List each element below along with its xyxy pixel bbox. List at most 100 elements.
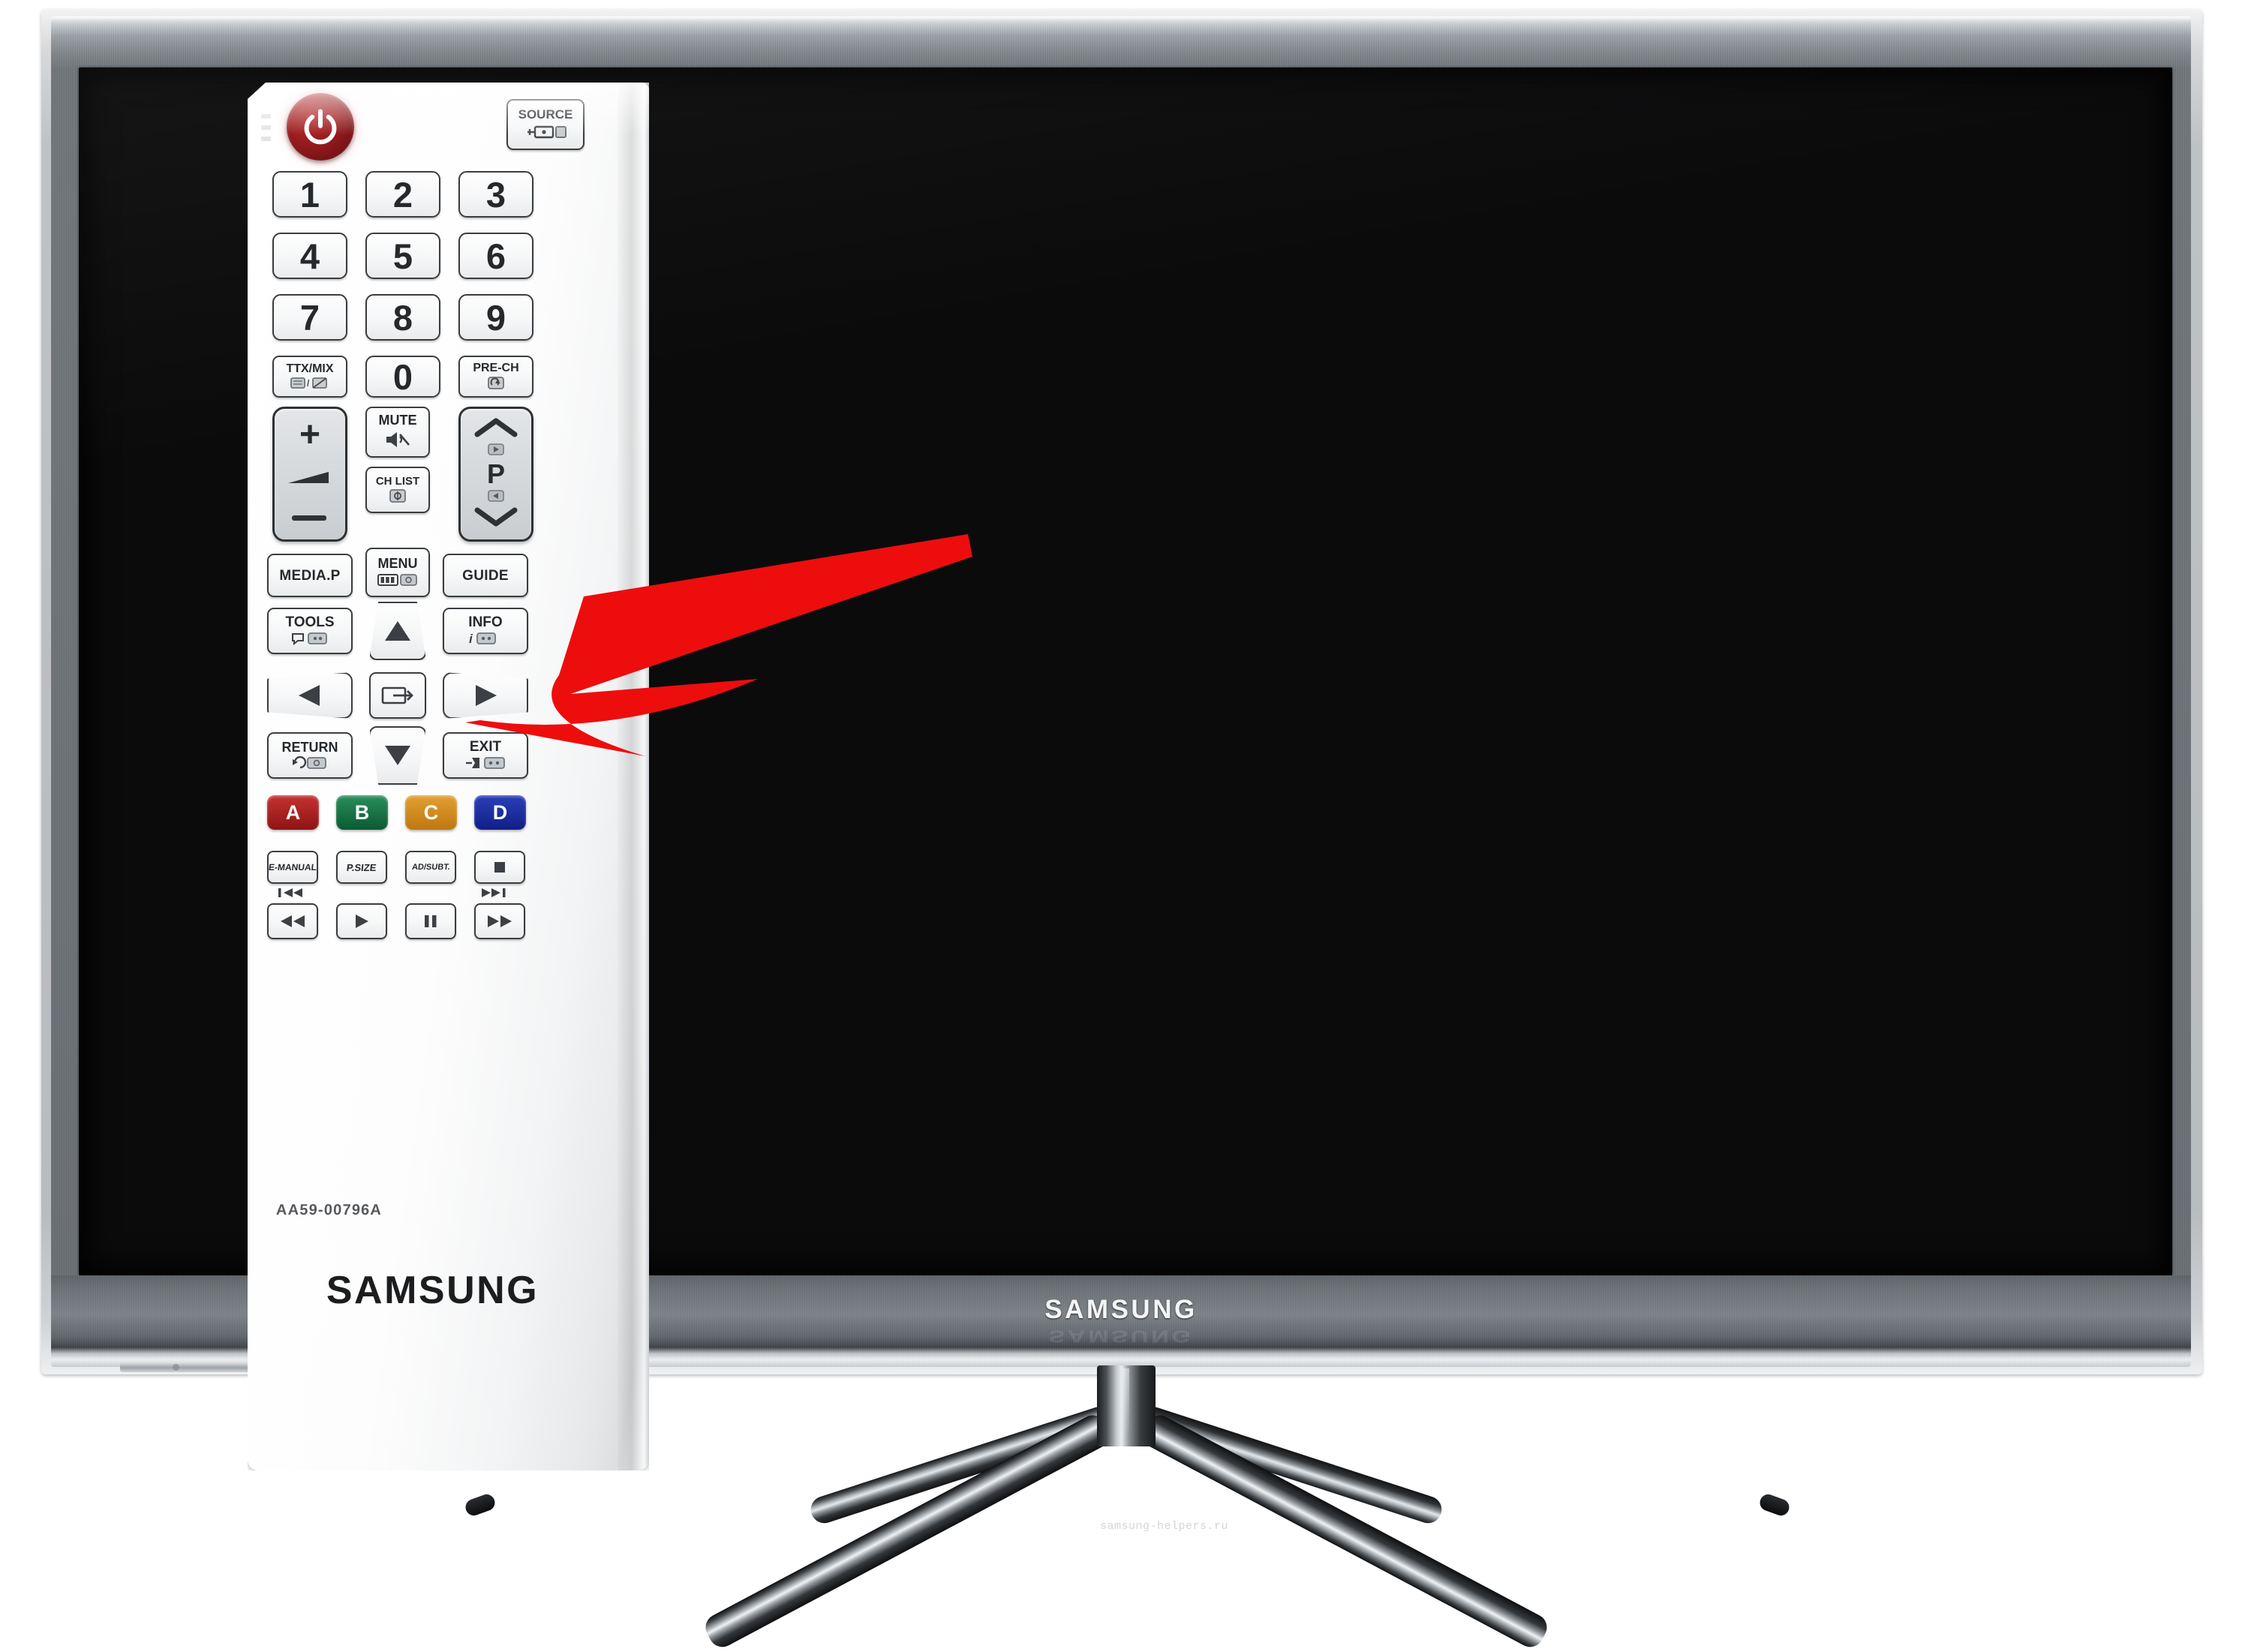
guide-label: GUIDE [462,567,509,584]
exit-icon [465,756,506,771]
e-manual-label: E-MANUAL [268,862,317,873]
arrow-right-icon [476,685,497,706]
return-label: RETURN [281,739,338,755]
media-p-button[interactable]: MEDIA.P [267,554,353,597]
power-button[interactable] [287,93,354,161]
rewind-button[interactable] [267,903,318,939]
number-key-5[interactable]: 5 [365,233,440,279]
guide-button[interactable]: GUIDE [443,554,528,597]
return-button[interactable]: RETURN [267,732,353,779]
stop-icon [494,862,505,873]
fast-forward-button[interactable] [474,903,525,939]
tv-remote-control: SOURCE 1 2 3 4 5 6 7 8 9 TTX/MIX / 0 PRE… [248,83,649,1470]
ad-subt-button[interactable]: AD/SUBT. [405,851,456,884]
color-button-d[interactable]: D [474,795,526,830]
ad-subt-label: AD/SUBT. [411,862,451,872]
ttx-mix-button[interactable]: TTX/MIX / [272,356,347,398]
number-key-3[interactable]: 3 [458,171,533,218]
dpad-left-button[interactable] [267,672,353,719]
media-p-label: MEDIA.P [279,567,341,584]
svg-text:i: i [469,632,473,645]
play-button[interactable] [336,903,387,939]
site-watermark: samsung-helpers.ru [1100,1520,1229,1533]
skip-next-hint [480,887,512,903]
source-label: SOURCE [518,107,573,122]
skip-previous-icon [278,888,302,897]
arrow-down-icon [385,746,410,765]
info-icon: i [467,632,503,647]
color-button-a-label: A [285,800,301,824]
color-button-b[interactable]: B [336,795,388,830]
tools-icon [290,632,329,647]
ch-list-button[interactable]: CH LIST [365,467,430,513]
info-label: INFO [468,614,503,630]
volume-level-icon [287,470,333,489]
e-manual-button[interactable]: E-MANUAL [267,851,318,884]
menu-button[interactable]: MENU [365,548,430,597]
ch-list-label: CH LIST [375,475,420,488]
pause-button[interactable] [405,903,456,939]
color-button-c[interactable]: C [405,795,457,830]
arrow-up-icon [385,621,410,641]
channel-rocker[interactable]: P [458,407,533,542]
bezel-top-highlight [51,17,2191,22]
skip-next-icon [482,888,506,897]
ch-list-icon [389,489,407,504]
svg-text:/: / [307,378,310,389]
color-button-c-label: C [423,800,439,824]
pre-ch-icon [487,377,505,391]
number-key-0[interactable]: 0 [365,356,440,398]
p-size-label: P.SIZE [346,861,377,873]
remote-ir-marks [261,114,271,148]
channel-down-chip-icon [488,489,504,506]
dpad-up-button[interactable] [369,602,426,660]
volume-down-icon[interactable] [290,512,329,526]
ttx-mix-icon: / [290,377,330,391]
color-button-b-label: B [354,800,370,824]
remote-face: SOURCE 1 2 3 4 5 6 7 8 9 TTX/MIX / 0 PRE… [248,83,618,1470]
channel-label: P [486,458,505,489]
number-key-8[interactable]: 8 [365,294,440,341]
rewind-icon [281,915,305,927]
mute-icon [384,430,411,451]
exit-button[interactable]: EXIT [443,732,528,779]
number-key-6[interactable]: 6 [458,233,533,279]
source-icon [524,125,567,141]
mute-button[interactable]: MUTE [365,407,430,458]
play-icon [356,915,368,928]
pre-ch-label: PRE-CH [473,362,519,374]
tv-stand-foot-front-right [1757,1491,1792,1518]
pre-ch-button[interactable]: PRE-CH [458,356,533,398]
volume-rocker[interactable]: + [272,407,347,542]
number-key-1[interactable]: 1 [272,171,347,218]
exit-label: EXIT [469,739,502,755]
channel-down-icon[interactable] [473,507,519,530]
pause-icon [425,915,437,927]
power-icon [304,109,337,145]
channel-up-icon[interactable] [473,418,519,441]
number-key-2[interactable]: 2 [365,171,440,218]
tv-stand-foot-front-left [463,1491,497,1518]
volume-up-icon[interactable]: + [299,417,320,452]
enter-button[interactable] [369,672,426,719]
source-button[interactable]: SOURCE [506,99,585,150]
return-icon [291,755,329,771]
tools-label: TOOLS [285,614,335,630]
mute-label: MUTE [378,413,417,428]
number-key-9[interactable]: 9 [458,294,533,341]
tv-stand-leg-front-left [701,1410,1115,1652]
ttx-mix-label: TTX/MIX [286,362,334,375]
stop-button[interactable] [474,851,525,884]
tools-button[interactable]: TOOLS [267,608,353,654]
number-key-7[interactable]: 7 [272,294,347,341]
info-button[interactable]: INFO i [443,608,528,654]
p-size-button[interactable]: P.SIZE [336,851,387,884]
number-key-4[interactable]: 4 [272,233,347,279]
color-button-a[interactable]: A [267,795,319,830]
dpad-right-button[interactable] [443,672,528,719]
enter-icon [381,686,413,704]
dpad-down-button[interactable] [369,726,426,785]
color-button-d-label: D [492,800,508,824]
menu-label: MENU [377,556,418,571]
arrow-left-icon [299,685,320,706]
